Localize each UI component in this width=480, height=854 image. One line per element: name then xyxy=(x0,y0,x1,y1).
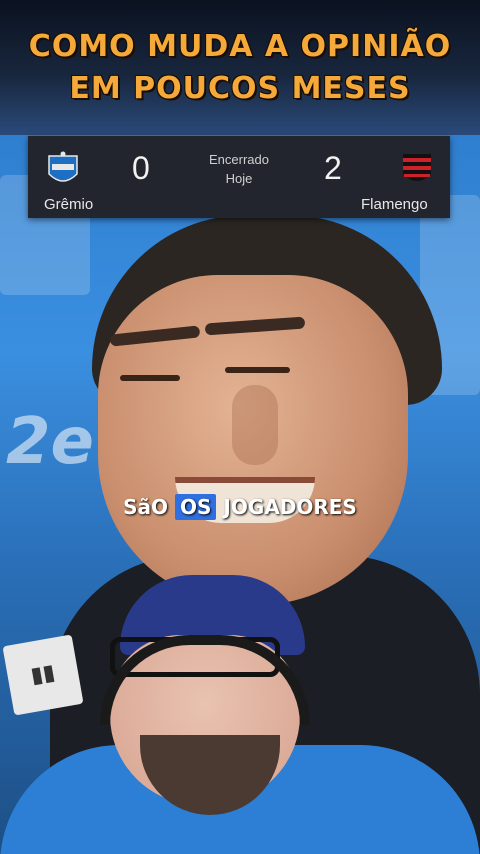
caption-word: SãO xyxy=(123,495,169,519)
coach-eye-right xyxy=(225,367,290,373)
away-team-name: Flamengo xyxy=(361,196,428,213)
caption-word: JOGADORES xyxy=(223,495,357,519)
match-status-date: Hoje xyxy=(225,171,253,186)
overlay-title-line1: COMO MUDA A OPINIÃO xyxy=(28,29,452,64)
caption-highlighted-word: OS xyxy=(175,494,217,520)
match-status: Encerrado Hoje xyxy=(188,150,290,188)
flamengo-crest-icon xyxy=(403,154,431,181)
home-team-name: Grêmio xyxy=(44,196,94,213)
away-score: 2 xyxy=(324,150,342,186)
match-status-label: Encerrado xyxy=(209,152,269,167)
overlay-title-line2: EM POUCOS MESES xyxy=(69,71,411,106)
scoreboard: Grêmio 0 Encerrado Hoje 2 Flamengo xyxy=(28,136,450,218)
background-logo: 2e xyxy=(6,405,94,479)
subtitle-caption: SãO OS JOGADORES xyxy=(0,494,480,520)
microphone-flag: ▮▮ xyxy=(2,634,84,716)
coach-eye-left xyxy=(120,375,180,381)
overlay-title: COMO MUDA A OPINIÃO EM POUCOS MESES xyxy=(0,26,480,110)
home-score: 0 xyxy=(132,150,150,186)
coach-nose xyxy=(232,385,278,465)
gremio-crest-icon xyxy=(48,151,78,182)
